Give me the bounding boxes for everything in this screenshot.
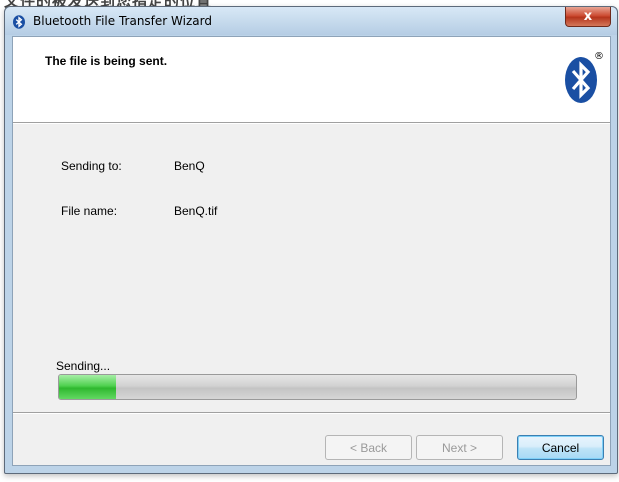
close-button[interactable]: x [565,7,611,27]
sending-to-label: Sending to: [61,159,122,173]
send-progress-bar [58,374,577,400]
file-name-label: File name: [61,204,118,218]
wizard-window: Bluetooth File Transfer Wizard x The fil… [4,6,618,474]
wizard-body: Sending to: BenQ File name: BenQ.tif Sen… [13,124,610,412]
sending-to-value: BenQ [174,159,205,173]
close-icon: x [583,9,593,24]
wizard-footer: < Back Next > Cancel [13,414,610,465]
wizard-client-area: The file is being sent. ® Sending to: Be… [12,36,611,466]
next-button[interactable]: Next > [416,435,503,460]
file-name-value: BenQ.tif [174,204,218,218]
progress-status-label: Sending... [56,359,111,373]
page-title: The file is being sent. [45,54,168,68]
back-button[interactable]: < Back [325,435,412,460]
wizard-header: The file is being sent. ® [13,37,610,113]
bluetooth-icon [13,15,25,29]
window-title: Bluetooth File Transfer Wizard [33,14,212,28]
progress-fill [59,375,116,399]
title-bar[interactable]: Bluetooth File Transfer Wizard x [5,7,617,35]
registered-mark: ® [594,51,603,62]
cancel-button[interactable]: Cancel [517,435,604,460]
bluetooth-logo-icon: ® [565,51,603,103]
